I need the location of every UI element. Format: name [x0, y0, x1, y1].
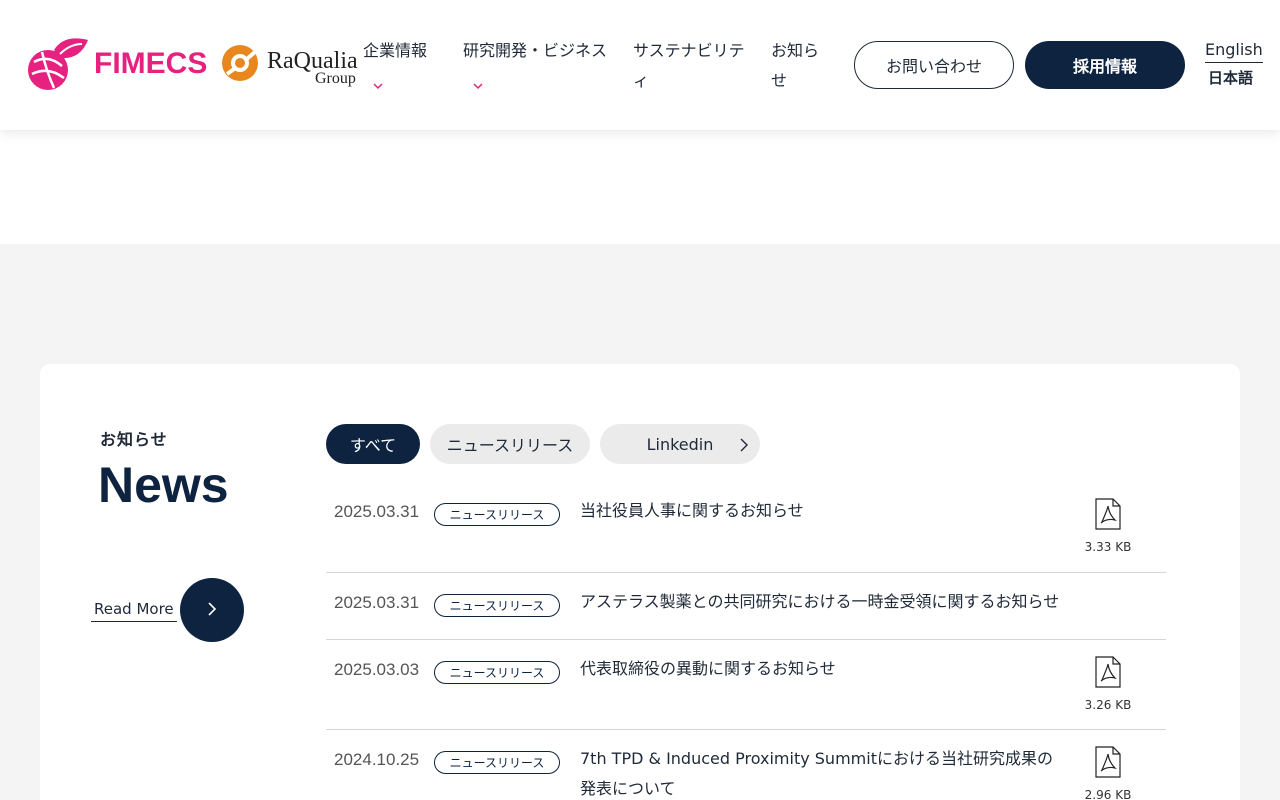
pdf-size: 3.33 KB — [1084, 540, 1132, 554]
news-list-item[interactable]: 2024.10.25 ニュースリリース 7th TPD & Induced Pr… — [326, 730, 1166, 800]
news-date: 2025.03.31 — [334, 593, 420, 612]
recruit-button[interactable]: 採用情報 — [1025, 41, 1185, 89]
nav-item-news[interactable]: お知らせ — [771, 36, 827, 96]
pdf-download[interactable]: 3.33 KB — [1076, 498, 1140, 554]
pdf-size: 3.26 KB — [1084, 698, 1132, 712]
news-list-item[interactable]: 2025.03.03 ニュースリリース 代表取締役の異動に関するお知らせ 3.2… — [326, 640, 1166, 730]
site-header: FIMECS RaQualia Group 企業情報 研究開発・ビジネス サステ… — [0, 0, 1280, 130]
news-eyebrow: お知らせ — [100, 430, 168, 449]
nav-item-research-business[interactable]: 研究開発・ビジネス — [463, 36, 608, 90]
tab-news-release[interactable]: ニュースリリース — [430, 424, 590, 464]
nav-label: 企業情報 — [363, 41, 428, 60]
pdf-icon — [1095, 656, 1121, 692]
nav-item-company[interactable]: 企業情報 — [363, 36, 428, 90]
news-list-item[interactable]: 2025.03.31 ニュースリリース 当社役員人事に関するお知らせ 3.33 … — [326, 482, 1166, 573]
pdf-size: 2.96 KB — [1084, 788, 1132, 800]
tab-label: Linkedin — [646, 434, 714, 454]
chevron-down-icon — [473, 70, 483, 90]
news-title[interactable]: 代表取締役の異動に関するお知らせ — [580, 654, 1064, 684]
category-badge: ニュースリリース — [434, 594, 560, 617]
language-japanese-link[interactable]: 日本語 — [1208, 68, 1253, 88]
news-date: 2025.03.03 — [334, 660, 420, 679]
raqualia-logo-icon — [221, 44, 259, 82]
category-badge: ニュースリリース — [434, 503, 560, 526]
read-more-link[interactable]: Read More — [91, 600, 177, 622]
raqualia-logo-sub: Group — [315, 70, 356, 87]
news-heading: News — [98, 457, 229, 513]
chevron-right-icon — [207, 601, 217, 620]
news-date: 2024.10.25 — [334, 750, 420, 769]
nav-label: 研究開発・ビジネス — [463, 41, 608, 60]
tab-all[interactable]: すべて — [326, 424, 420, 464]
raqualia-logo[interactable]: RaQualia Group — [221, 44, 363, 92]
news-title[interactable]: 当社役員人事に関するお知らせ — [580, 496, 1064, 526]
nav-item-sustainability[interactable]: サステナビリティ — [633, 36, 751, 96]
news-list-item[interactable]: 2025.03.31 ニュースリリース アステラス製薬との共同研究における一時金… — [326, 573, 1166, 640]
page-top-band — [0, 130, 1280, 244]
chevron-right-icon — [740, 437, 748, 456]
category-badge: ニュースリリース — [434, 751, 560, 774]
fimecs-logo-icon — [24, 36, 90, 92]
category-badge: ニュースリリース — [434, 661, 560, 684]
pdf-icon — [1095, 746, 1121, 782]
fimecs-logo[interactable]: FIMECS — [24, 36, 207, 92]
nav-label: サステナビリティ — [633, 41, 745, 90]
tab-linkedin[interactable]: Linkedin — [600, 424, 760, 464]
fimecs-logo-text: FIMECS — [94, 47, 208, 80]
contact-button[interactable]: お問い合わせ — [854, 41, 1014, 89]
pdf-download[interactable]: 3.26 KB — [1076, 656, 1140, 712]
chevron-down-icon — [373, 70, 383, 90]
read-more-button[interactable] — [180, 578, 244, 642]
nav-label: お知らせ — [771, 41, 820, 90]
language-english-link[interactable]: English — [1205, 40, 1263, 63]
pdf-icon — [1095, 498, 1121, 534]
news-title[interactable]: 7th TPD & Induced Proximity Summitにおける当社… — [580, 744, 1064, 800]
pdf-download[interactable]: 2.96 KB — [1076, 746, 1140, 800]
news-date: 2025.03.31 — [334, 502, 420, 521]
news-title[interactable]: アステラス製薬との共同研究における一時金受領に関するお知らせ — [580, 587, 1100, 617]
